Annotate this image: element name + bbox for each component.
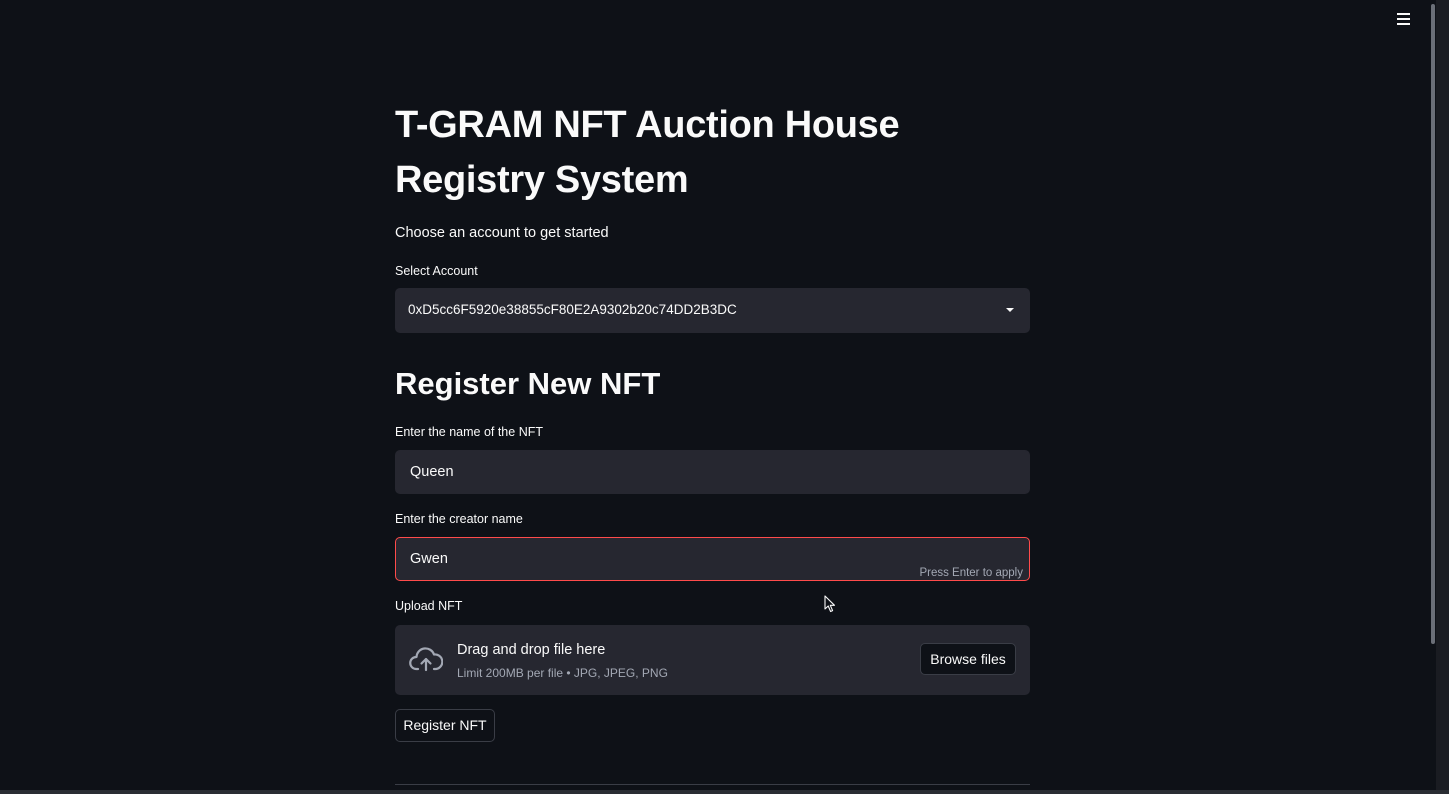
mouse-pointer-icon — [824, 595, 836, 613]
divider — [395, 784, 1030, 785]
caret-down-icon — [1006, 308, 1014, 312]
file-uploader-dropzone[interactable]: Drag and drop file here Limit 200MB per … — [395, 625, 1030, 695]
account-select[interactable]: 0xD5cc6F5920e38855cF80E2A9302b20c74DD2B3… — [395, 288, 1030, 333]
press-enter-hint: Press Enter to apply — [919, 567, 1023, 579]
browse-files-button[interactable]: Browse files — [920, 643, 1016, 675]
section-title: Register New NFT — [395, 366, 661, 401]
upload-instructions: Drag and drop file here — [457, 642, 606, 658]
nft-name-input[interactable]: Queen — [395, 450, 1030, 494]
scrollbar[interactable] — [1431, 4, 1435, 644]
app-window: T-GRAM NFT Auction House Registry System… — [0, 0, 1437, 790]
upload-label: Upload NFT — [395, 599, 463, 613]
select-account-label: Select Account — [395, 264, 478, 278]
window-bottom-edge — [0, 790, 1449, 794]
register-nft-button[interactable]: Register NFT — [395, 709, 495, 742]
window-edge — [1436, 0, 1449, 794]
cloud-upload-icon — [409, 647, 443, 672]
upload-limits: Limit 200MB per file • JPG, JPEG, PNG — [457, 666, 668, 680]
creator-name-label: Enter the creator name — [395, 512, 523, 526]
creator-name-value: Gwen — [410, 551, 448, 567]
creator-name-input[interactable]: Gwen Press Enter to apply — [395, 537, 1030, 581]
nft-name-label: Enter the name of the NFT — [395, 425, 543, 439]
account-select-value: 0xD5cc6F5920e38855cF80E2A9302b20c74DD2B3… — [408, 302, 737, 317]
page-subtitle: Choose an account to get started — [395, 225, 609, 241]
nft-name-value: Queen — [410, 464, 454, 480]
page-title: T-GRAM NFT Auction House Registry System — [395, 104, 900, 201]
hamburger-menu-icon[interactable] — [1394, 10, 1414, 28]
